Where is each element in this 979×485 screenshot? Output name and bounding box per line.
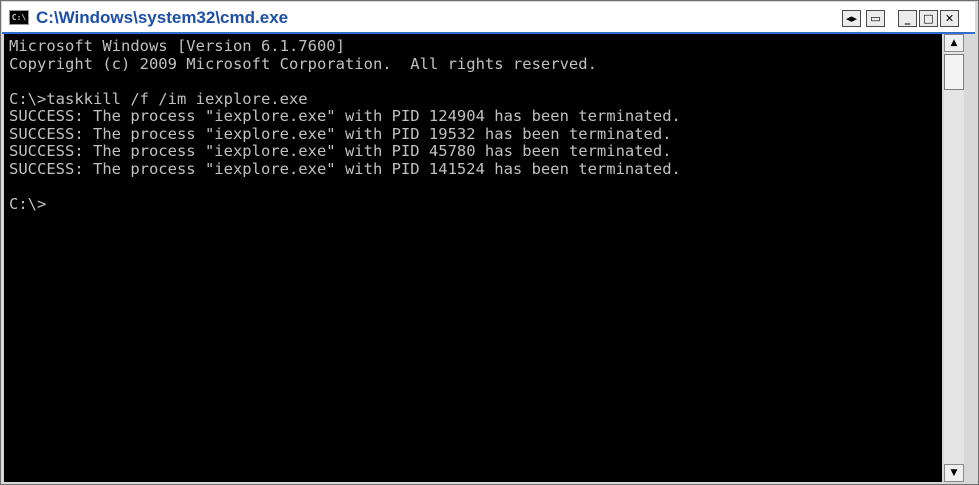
minimize-button[interactable]: _ — [898, 10, 917, 27]
cmd-window: C:\ C:\Windows\system32\cmd.exe ◂▸ ▭ _ □… — [0, 0, 979, 485]
back-forward-button[interactable]: ◂▸ — [842, 10, 861, 27]
window-title: C:\Windows\system32\cmd.exe — [36, 8, 289, 27]
console-line-result: SUCCESS: The process "iexplore.exe" with… — [9, 124, 672, 143]
console-line-result: SUCCESS: The process "iexplore.exe" with… — [9, 159, 681, 178]
console-output[interactable]: Microsoft Windows [Version 6.1.7600] Cop… — [4, 34, 942, 482]
console-line-blank — [9, 73, 681, 91]
console-line-version: Microsoft Windows [Version 6.1.7600] — [9, 37, 345, 55]
console-line-command: C:\>taskkill /f /im iexplore.exe — [9, 89, 308, 108]
title-bar[interactable]: C:\ C:\Windows\system32\cmd.exe ◂▸ ▭ _ □… — [2, 2, 975, 34]
close-button[interactable]: ✕ — [940, 10, 959, 27]
maximize-button[interactable]: □ — [919, 10, 938, 27]
console-line-result: SUCCESS: The process "iexplore.exe" with… — [9, 142, 672, 160]
scroll-down-arrow-icon[interactable]: ▼ — [944, 464, 964, 482]
console-prompt[interactable]: C:\> — [9, 195, 681, 214]
cmd-icon[interactable]: C:\ — [9, 10, 29, 25]
vertical-scrollbar[interactable]: ▲ ▼ — [944, 34, 964, 482]
console-line-copyright: Copyright (c) 2009 Microsoft Corporation… — [9, 54, 597, 73]
console-line-result: SUCCESS: The process "iexplore.exe" with… — [9, 107, 681, 125]
scroll-up-arrow-icon[interactable]: ▲ — [944, 34, 964, 52]
console-line-blank — [9, 178, 681, 196]
restore-layout-button[interactable]: ▭ — [866, 10, 885, 27]
scrollbar-thumb[interactable] — [944, 54, 964, 90]
window-frame-edge — [965, 34, 977, 482]
console-lines: Microsoft Windows [Version 6.1.7600] Cop… — [9, 37, 681, 214]
